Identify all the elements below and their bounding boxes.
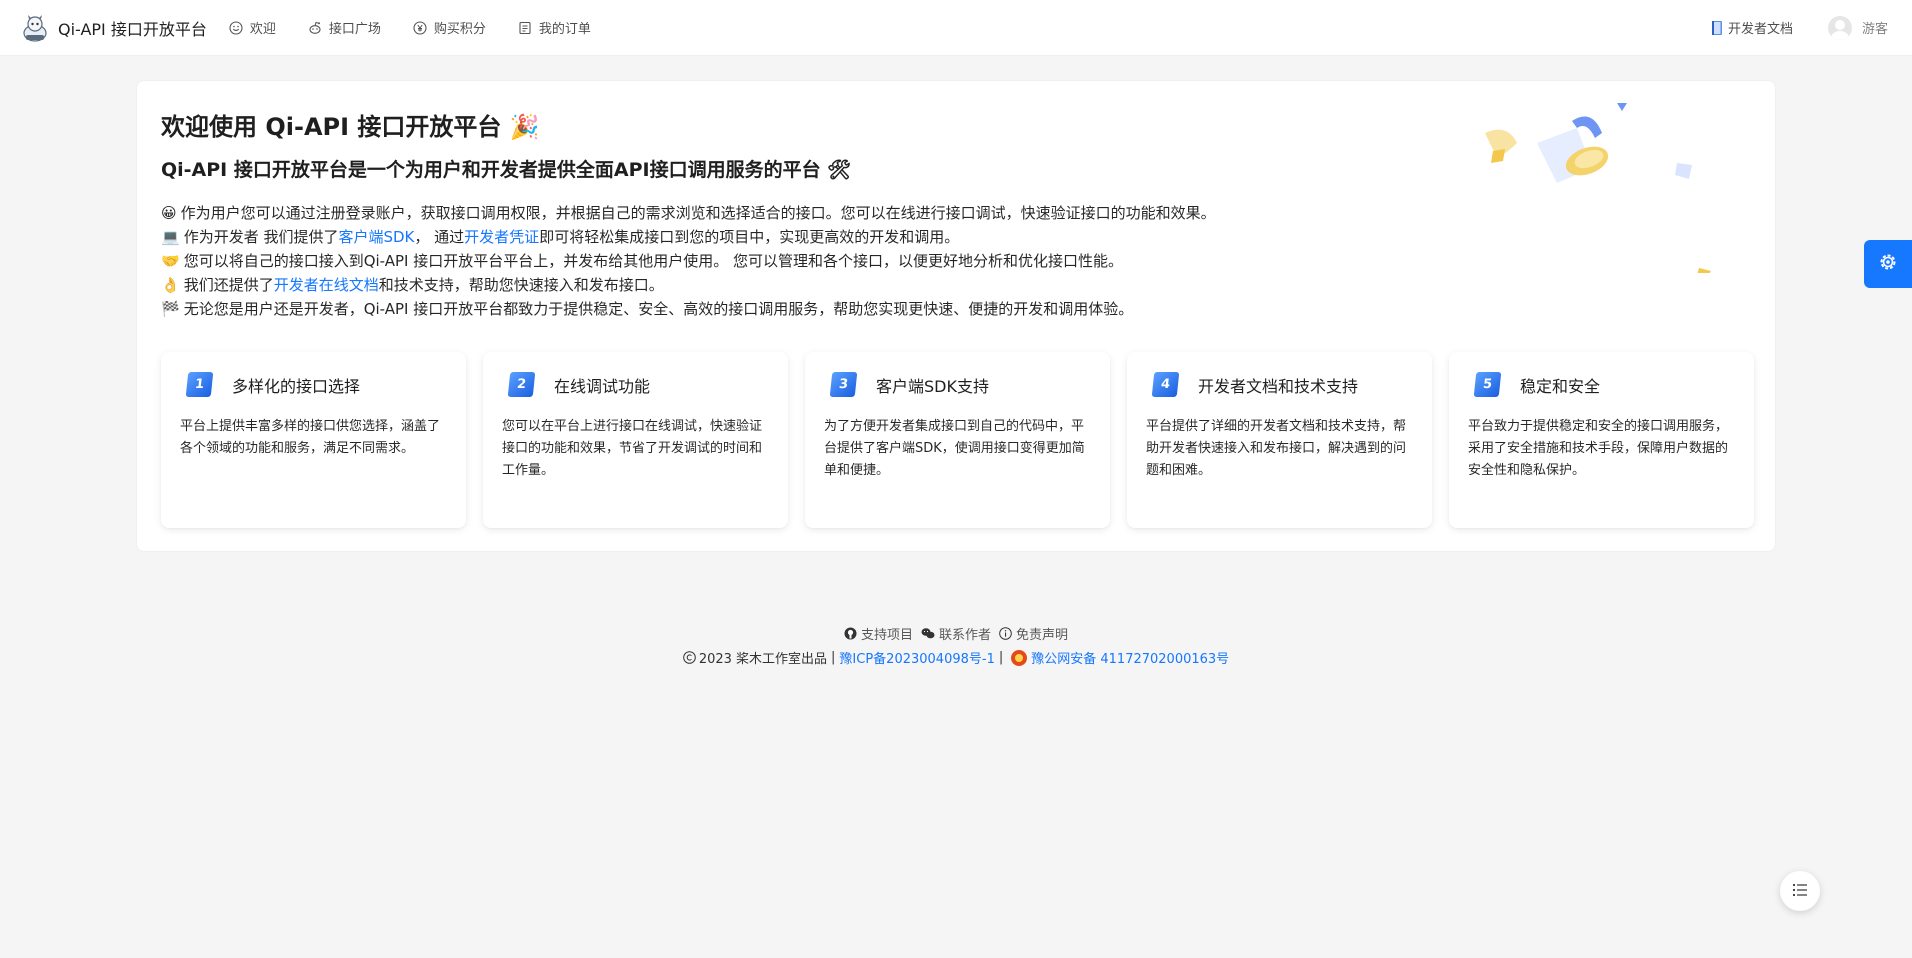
feature-card: 4 开发者文档和技术支持 平台提供了详细的开发者文档和技术支持，帮助开发者快速接入… bbox=[1127, 352, 1432, 528]
police-badge-icon bbox=[1011, 649, 1028, 666]
github-icon bbox=[844, 627, 857, 640]
client-sdk-link[interactable]: 客户端SDK bbox=[338, 228, 414, 246]
feature-description: 为了方便开发者集成接口到自己的代码中，平台提供了客户端SDK，使调用接口变得更加… bbox=[824, 419, 1085, 478]
feature-title: 稳定和安全 bbox=[1520, 376, 1601, 396]
nav-label: 接口广场 bbox=[328, 22, 381, 37]
feature-number: 1 bbox=[185, 372, 214, 397]
intro-paragraph: 😀 作为用户您可以通过注册登录账户，获取接口调用权限，并根据自己的需求浏览和选择适… bbox=[161, 204, 1216, 222]
feature-title: 开发者文档和技术支持 bbox=[1198, 376, 1359, 396]
feature-number: 4 bbox=[1151, 372, 1180, 397]
emoji: 👌 bbox=[161, 276, 180, 294]
main-nav: 欢迎 接口广场 购买积分 我的订单 bbox=[229, 18, 623, 37]
logo-icon bbox=[20, 13, 50, 43]
emoji: 💻 bbox=[161, 228, 180, 246]
nav-label: 购买积分 bbox=[433, 22, 486, 37]
feature-card: 2 在线调试功能 您可以在平台上进行接口在线调试，快速验证接口的功能和效果，节省了… bbox=[483, 352, 788, 528]
nav-label: 我的订单 bbox=[538, 22, 591, 37]
feature-description: 平台提供了详细的开发者文档和技术支持，帮助开发者快速接入和发布接口，解决遇到的问… bbox=[1146, 419, 1407, 478]
emoji: 🏁 bbox=[161, 300, 180, 318]
yuan-icon bbox=[413, 20, 427, 35]
footer-links: 支持项目 联系作者 免责声明 bbox=[0, 624, 1912, 643]
logo[interactable]: Qi-API 接口开放平台 bbox=[20, 13, 207, 43]
feature-description: 平台上提供丰富多样的接口供您选择，涵盖了各个领域的功能和服务，满足不同需求。 bbox=[180, 419, 441, 456]
nav-item-api-square[interactable]: 接口广场 bbox=[308, 18, 381, 37]
user-name: 游客 bbox=[1861, 22, 1888, 37]
disclaimer-link[interactable]: 免责声明 bbox=[999, 624, 1068, 643]
reddit-icon bbox=[308, 21, 322, 35]
feature-number: 3 bbox=[829, 372, 858, 397]
developer-docs-link[interactable]: 开发者文档 bbox=[1710, 18, 1793, 37]
feature-card: 3 客户端SDK支持 为了方便开发者集成接口到自己的代码中，平台提供了客户端SDK… bbox=[805, 352, 1110, 528]
support-project-link[interactable]: 支持项目 bbox=[844, 624, 913, 643]
welcome-card: 欢迎使用 Qi-API 接口开放平台 🎉 Qi-API 接口开放平台是一个为用户… bbox=[136, 80, 1776, 552]
intro-paragraph: 🏁 无论您是用户还是开发者，Qi-API 接口开放平台都致力于提供稳定、安全、高效… bbox=[161, 300, 1134, 318]
docs-label: 开发者文档 bbox=[1727, 22, 1793, 37]
feature-title: 多样化的接口选择 bbox=[232, 376, 361, 396]
online-docs-link[interactable]: 开发者在线文档 bbox=[274, 276, 379, 294]
icp-link[interactable]: 豫ICP备2023004098号-1 bbox=[839, 648, 994, 667]
intro-paragraph: 👌 我们还提供了开发者在线文档和技术支持，帮助您快速接入和发布接口。 bbox=[161, 276, 664, 294]
intro-paragraph: 💻 作为开发者 我们提供了客户端SDK， 通过开发者凭证即可将轻松集成接口到您的项… bbox=[161, 228, 960, 246]
info-icon bbox=[999, 627, 1012, 640]
nav-item-buy-points[interactable]: 购买积分 bbox=[413, 18, 486, 37]
feature-cards: 1 多样化的接口选择 平台上提供丰富多样的接口供您选择，涵盖了各个领域的功能和服务… bbox=[161, 352, 1754, 528]
book-icon bbox=[1710, 20, 1724, 36]
wechat-icon bbox=[921, 627, 935, 640]
feature-title: 客户端SDK支持 bbox=[876, 376, 989, 396]
user-menu[interactable]: 游客 bbox=[1827, 15, 1888, 40]
feature-title: 在线调试功能 bbox=[554, 376, 651, 396]
order-icon bbox=[518, 21, 532, 35]
avatar bbox=[1827, 15, 1852, 40]
developer-credentials-link[interactable]: 开发者凭证 bbox=[464, 228, 539, 246]
header-right: 开发者文档 游客 bbox=[1710, 15, 1888, 40]
copyright-text: 2023 桨木工作室出品 bbox=[698, 652, 828, 667]
intro-paragraph: 🤝 您可以将自己的接口接入到Qi-API 接口开放平台平台上，并发布给其他用户使用… bbox=[161, 252, 1124, 270]
gear-icon bbox=[1878, 252, 1898, 276]
emoji: 🤝 bbox=[161, 252, 180, 270]
page-subtitle: Qi-API 接口开放平台是一个为用户和开发者提供全面API接口调用服务的平台 … bbox=[161, 159, 852, 181]
smile-icon bbox=[229, 20, 243, 35]
page-title: 欢迎使用 Qi-API 接口开放平台 🎉 bbox=[161, 113, 540, 141]
feature-description: 平台致力于提供稳定和安全的接口调用服务，采用了安全措施和技术手段，保障用户数据的… bbox=[1468, 419, 1729, 478]
nav-item-welcome[interactable]: 欢迎 bbox=[229, 18, 276, 37]
feature-number: 5 bbox=[1473, 372, 1502, 397]
top-header: Qi-API 接口开放平台 欢迎 接口广场 购买积分 我的订单 开发者文档 游客 bbox=[0, 0, 1912, 56]
list-icon bbox=[1792, 882, 1808, 901]
feature-card: 1 多样化的接口选择 平台上提供丰富多样的接口供您选择，涵盖了各个领域的功能和服务… bbox=[161, 352, 466, 528]
feature-description: 您可以在平台上进行接口在线调试，快速验证接口的功能和效果，节省了开发调试的时间和… bbox=[502, 419, 763, 478]
feature-number: 2 bbox=[507, 372, 536, 397]
emoji: 😀 bbox=[161, 204, 177, 222]
police-record-link[interactable]: 豫公网安备 41172702000163号 bbox=[1031, 648, 1229, 667]
decoration-illustration bbox=[1477, 103, 1717, 299]
nav-label: 欢迎 bbox=[249, 22, 276, 37]
nav-item-my-orders[interactable]: 我的订单 bbox=[518, 18, 591, 37]
contact-author-link[interactable]: 联系作者 bbox=[921, 624, 991, 643]
copyright-icon bbox=[683, 651, 696, 664]
intro-paragraphs: 😀 作为用户您可以通过注册登录账户，获取接口调用权限，并根据自己的需求浏览和选择适… bbox=[161, 201, 1361, 321]
footer-copyright: 2023 桨木工作室出品 | 豫ICP备2023004098号-1 | 豫公网安… bbox=[0, 648, 1912, 667]
settings-button[interactable] bbox=[1864, 240, 1912, 288]
app-title: Qi-API 接口开放平台 bbox=[58, 19, 207, 39]
float-menu-button[interactable] bbox=[1780, 871, 1820, 911]
feature-card: 5 稳定和安全 平台致力于提供稳定和安全的接口调用服务，采用了安全措施和技术手段，… bbox=[1449, 352, 1754, 528]
